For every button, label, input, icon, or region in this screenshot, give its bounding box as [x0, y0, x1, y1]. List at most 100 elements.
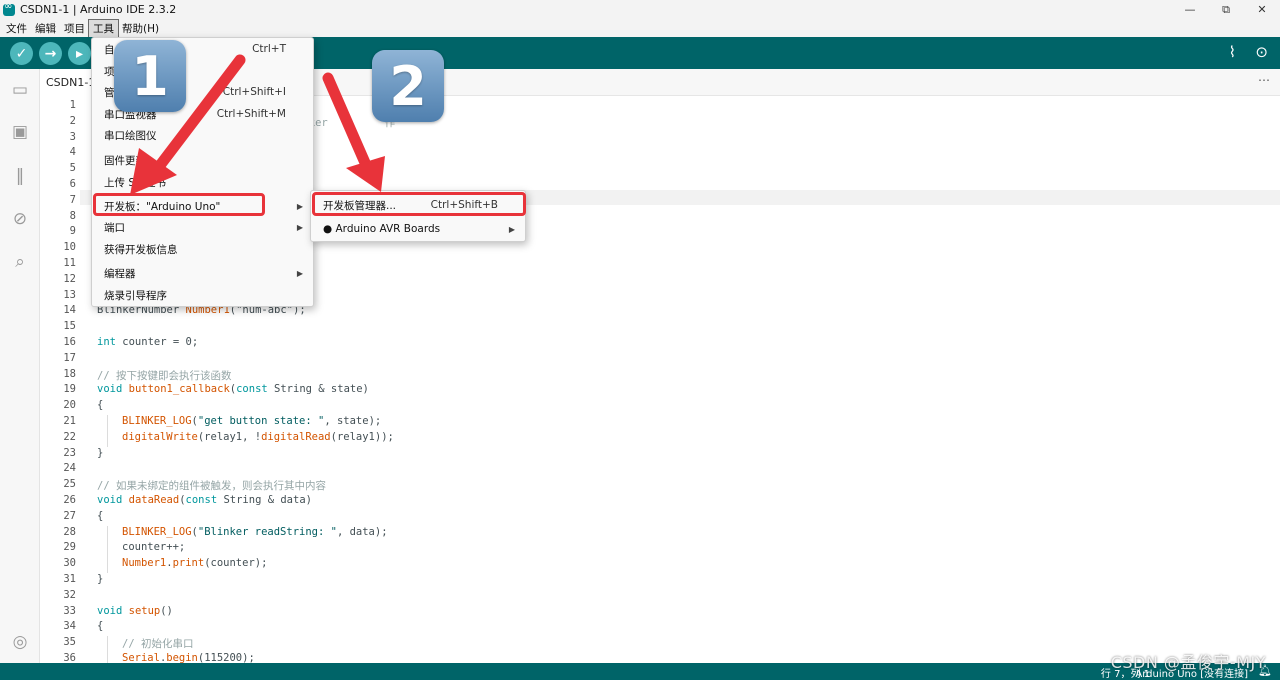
search-icon[interactable]: ⌕: [9, 251, 31, 273]
code-token: , data);: [336, 525, 388, 538]
check-icon: ✓: [15, 45, 28, 62]
code-token: digitalRead: [261, 430, 331, 443]
code-token: , state);: [324, 415, 382, 427]
line-number: 35: [63, 636, 76, 649]
code-token: counter++;: [122, 541, 186, 554]
code-line: {: [97, 399, 103, 411]
code-line: {: [97, 510, 103, 522]
tools-menu-item-shortcut: Ctrl+Shift+I: [222, 86, 286, 98]
code-token: (relay1, !: [197, 430, 262, 443]
code-line: }: [97, 573, 103, 585]
indent-guide: [107, 636, 108, 663]
tools-menu-item-label: 编程器: [104, 267, 136, 280]
line-number: 28: [63, 525, 76, 538]
code-token: {: [97, 509, 104, 522]
code-token: (115200);: [197, 652, 255, 663]
line-number: 27: [63, 509, 76, 522]
code-line: // 如果未绑定的组件被触发，则会执行其中内容: [97, 478, 326, 493]
title-bar: CSDN1-1 | Arduino IDE 2.3.2 — ⧉ ✕: [0, 0, 1280, 19]
code-line: // 初始化串口: [122, 636, 193, 651]
arrow-right-icon: →: [44, 45, 57, 62]
code-token: BLINKER_LOG: [122, 525, 192, 538]
line-number: 1: [69, 99, 76, 111]
code-token: dataRead: [128, 494, 180, 506]
line-number: 2: [69, 114, 76, 127]
tools-menu-item[interactable]: 获得开发板信息: [92, 238, 313, 260]
serial-plotter-button[interactable]: ⌇: [1229, 43, 1236, 61]
step-badge-two: 2: [372, 50, 444, 122]
status-bar: 行 7，列 1 Arduino Uno [没有连接] 🔔︎: [0, 663, 1280, 680]
line-number: 19: [63, 383, 76, 396]
tools-menu-item-label: 端口: [104, 221, 125, 234]
line-number: 25: [63, 478, 76, 491]
tools-menu-item-label: 固件更新: [104, 154, 146, 167]
indent-guide: [107, 525, 108, 573]
line-number: 8: [69, 209, 76, 222]
library-icon[interactable]: ‖: [9, 165, 31, 187]
tools-menu-item[interactable]: 串口绘图仪: [92, 124, 313, 146]
debug-icon[interactable]: ⊘: [9, 208, 31, 230]
code-line: void button1_callback(const String & sta…: [97, 383, 369, 395]
menu-bar: 文件 编辑 项目 工具 帮助(H): [0, 18, 1280, 38]
tools-menu-item[interactable]: 编程器 ▶: [92, 262, 313, 284]
tools-menu-item[interactable]: 固件更新: [92, 149, 313, 171]
code-token: void: [97, 494, 123, 506]
verify-button[interactable]: ✓: [10, 42, 33, 65]
code-token: }: [97, 446, 104, 459]
code-line: Serial.begin(115200);: [122, 652, 255, 663]
board-submenu-item[interactable]: ● Arduino AVR Boards ▶: [311, 218, 525, 240]
window-controls: — ⧉ ✕: [1172, 0, 1280, 19]
folder-icon[interactable]: ▭: [9, 79, 31, 101]
line-number: 22: [63, 430, 76, 443]
debug-icon: ▸: [75, 45, 84, 62]
more-icon[interactable]: ⋯: [1258, 73, 1270, 87]
tools-menu-item-label: 上传 SS 证书: [104, 176, 167, 189]
code-token: (): [160, 604, 173, 617]
pulse-icon: ⌇: [1228, 43, 1236, 61]
board-item-highlight: [93, 193, 265, 216]
maximize-button[interactable]: ⧉: [1208, 0, 1244, 19]
upload-button[interactable]: →: [39, 42, 62, 65]
window-title: CSDN1-1 | Arduino IDE 2.3.2: [20, 3, 177, 16]
line-number: 10: [63, 241, 76, 254]
arduino-logo-icon: [3, 1, 15, 16]
debug-button[interactable]: ▸: [68, 42, 91, 65]
tools-menu-item-label: 烧录引导程序: [104, 289, 167, 302]
code-line: }: [97, 447, 103, 459]
code-line: {: [97, 620, 103, 632]
line-number: 18: [63, 367, 76, 380]
menu-help[interactable]: 帮助(H): [118, 20, 163, 37]
serial-monitor-icon: ⊙: [1255, 43, 1268, 61]
tools-menu-item-label: 项: [104, 65, 115, 78]
tools-menu-item[interactable]: 烧录引导程序: [92, 284, 313, 306]
code-token: void: [97, 383, 123, 396]
line-number: 36: [63, 652, 76, 663]
code-token: Serial: [122, 652, 160, 663]
code-token: const: [185, 494, 218, 506]
close-button[interactable]: ✕: [1244, 0, 1280, 19]
line-number: 30: [63, 557, 76, 570]
account-icon[interactable]: ◎: [9, 631, 31, 653]
serial-monitor-button[interactable]: ⊙: [1255, 43, 1268, 61]
code-token: String & data): [217, 494, 312, 506]
tools-menu-item[interactable]: 上传 SS 证书: [92, 171, 313, 193]
code-line: counter++;: [122, 541, 185, 553]
menu-edit[interactable]: 编辑: [31, 20, 60, 37]
code-line: int counter = 0;: [97, 336, 198, 348]
menu-sketch[interactable]: 项目: [60, 20, 89, 37]
line-number: 14: [63, 304, 76, 317]
boards-icon[interactable]: ▣: [9, 121, 31, 143]
code-token: {: [97, 620, 104, 633]
line-number: 17: [63, 351, 76, 364]
csdn-watermark: CSDN @孟俊宇-MJY: [1110, 653, 1266, 672]
menu-tools[interactable]: 工具: [88, 18, 119, 38]
code-token: // 初始化串口: [122, 638, 194, 651]
chevron-right-icon: ▶: [296, 222, 303, 232]
minimize-button[interactable]: —: [1172, 0, 1208, 19]
line-number: 21: [63, 415, 76, 427]
tools-menu-item[interactable]: 端口 ▶: [92, 216, 313, 238]
indent-guide: [107, 415, 108, 447]
chevron-right-icon: ▶: [508, 224, 515, 234]
code-line: BLINKER_LOG("Blinker readString: ", data…: [122, 526, 388, 538]
menu-file[interactable]: 文件: [2, 20, 31, 37]
